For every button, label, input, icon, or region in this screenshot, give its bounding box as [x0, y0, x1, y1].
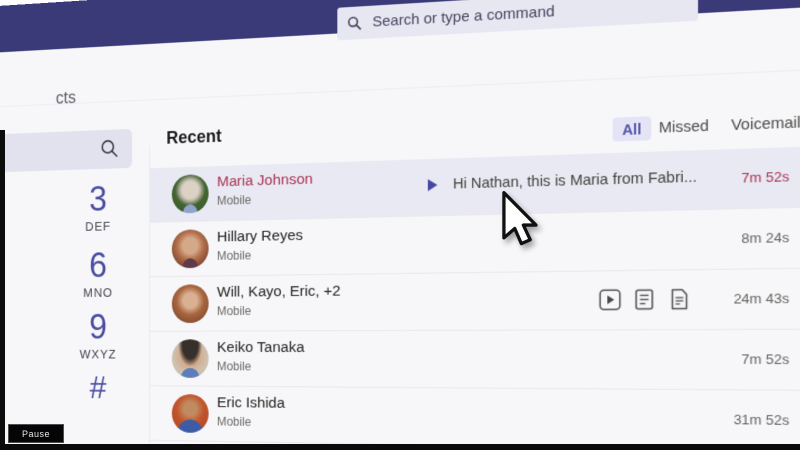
avatar [171, 284, 209, 324]
title-bar [0, 0, 800, 53]
call-row-eric-ishida[interactable]: Eric Ishida Mobile 31m 52s 8:45 AM [150, 386, 800, 450]
header-divider [0, 64, 800, 108]
call-time: 5:20 PM [794, 166, 800, 184]
mouse-cursor [502, 191, 538, 246]
dialpad-key-6[interactable]: 6 MNO [56, 246, 141, 300]
recent-call-list: Maria Johnson Mobile Hi Nathan, this is … [150, 143, 800, 450]
call-duration: 24m 43s [733, 290, 790, 307]
recent-heading: Recent [166, 126, 222, 148]
call-time: 4:13 PM [794, 228, 800, 245]
avatar [171, 339, 209, 378]
filter-tab-all[interactable]: All [612, 116, 652, 142]
dialpad-key-pound[interactable]: # [56, 369, 141, 408]
dialpad-key-3[interactable]: 3 DEF [56, 179, 141, 234]
call-row-keiko-tanaka[interactable]: Keiko Tanaka Mobile 7m 52s 9:20 AM [150, 329, 800, 392]
call-row-group-will-kayo-eric[interactable]: Will, Kayo, Eric, +2 Mobile 24m 43s [150, 267, 800, 332]
call-duration: 7m 52s [741, 351, 790, 368]
transcript-icon[interactable] [667, 288, 690, 310]
teams-calls-screen: cts 3 DEF 6 MNO 9 WXYZ # Recent All Miss… [0, 0, 800, 450]
search-icon [347, 15, 362, 31]
call-time: 8:45 AM [794, 412, 800, 429]
dialpad-search-icon[interactable] [100, 138, 120, 160]
letterbox-bottom [0, 444, 800, 450]
dialpad-key-9[interactable]: 9 WXYZ [56, 307, 141, 361]
avatar [171, 174, 209, 214]
voicemail-preview: Hi Nathan, this is Maria from Fabri... [452, 169, 698, 193]
teams-app-window: cts 3 DEF 6 MNO 9 WXYZ # Recent All Miss… [0, 0, 800, 450]
call-duration: 31m 52s [733, 411, 790, 429]
call-time: 11:23 AM [794, 290, 800, 307]
filter-tab-missed[interactable]: Missed [659, 118, 709, 137]
avatar [171, 394, 209, 434]
call-duration: 7m 52s [741, 168, 790, 186]
tab-contacts-partial[interactable]: cts [56, 88, 76, 109]
notes-icon[interactable] [633, 288, 656, 310]
play-voicemail-icon[interactable] [427, 178, 438, 192]
command-search-input[interactable] [370, 0, 688, 32]
pause-button[interactable]: Pause [8, 424, 64, 443]
filter-tab-voicemail[interactable]: Voicemail [731, 115, 800, 135]
call-duration: 8m 24s [741, 229, 790, 247]
recording-icon[interactable] [599, 289, 621, 311]
command-search-box[interactable] [337, 0, 699, 41]
avatar [171, 229, 209, 269]
call-time: 9:20 AM [794, 351, 800, 367]
letterbox-left [0, 130, 5, 450]
